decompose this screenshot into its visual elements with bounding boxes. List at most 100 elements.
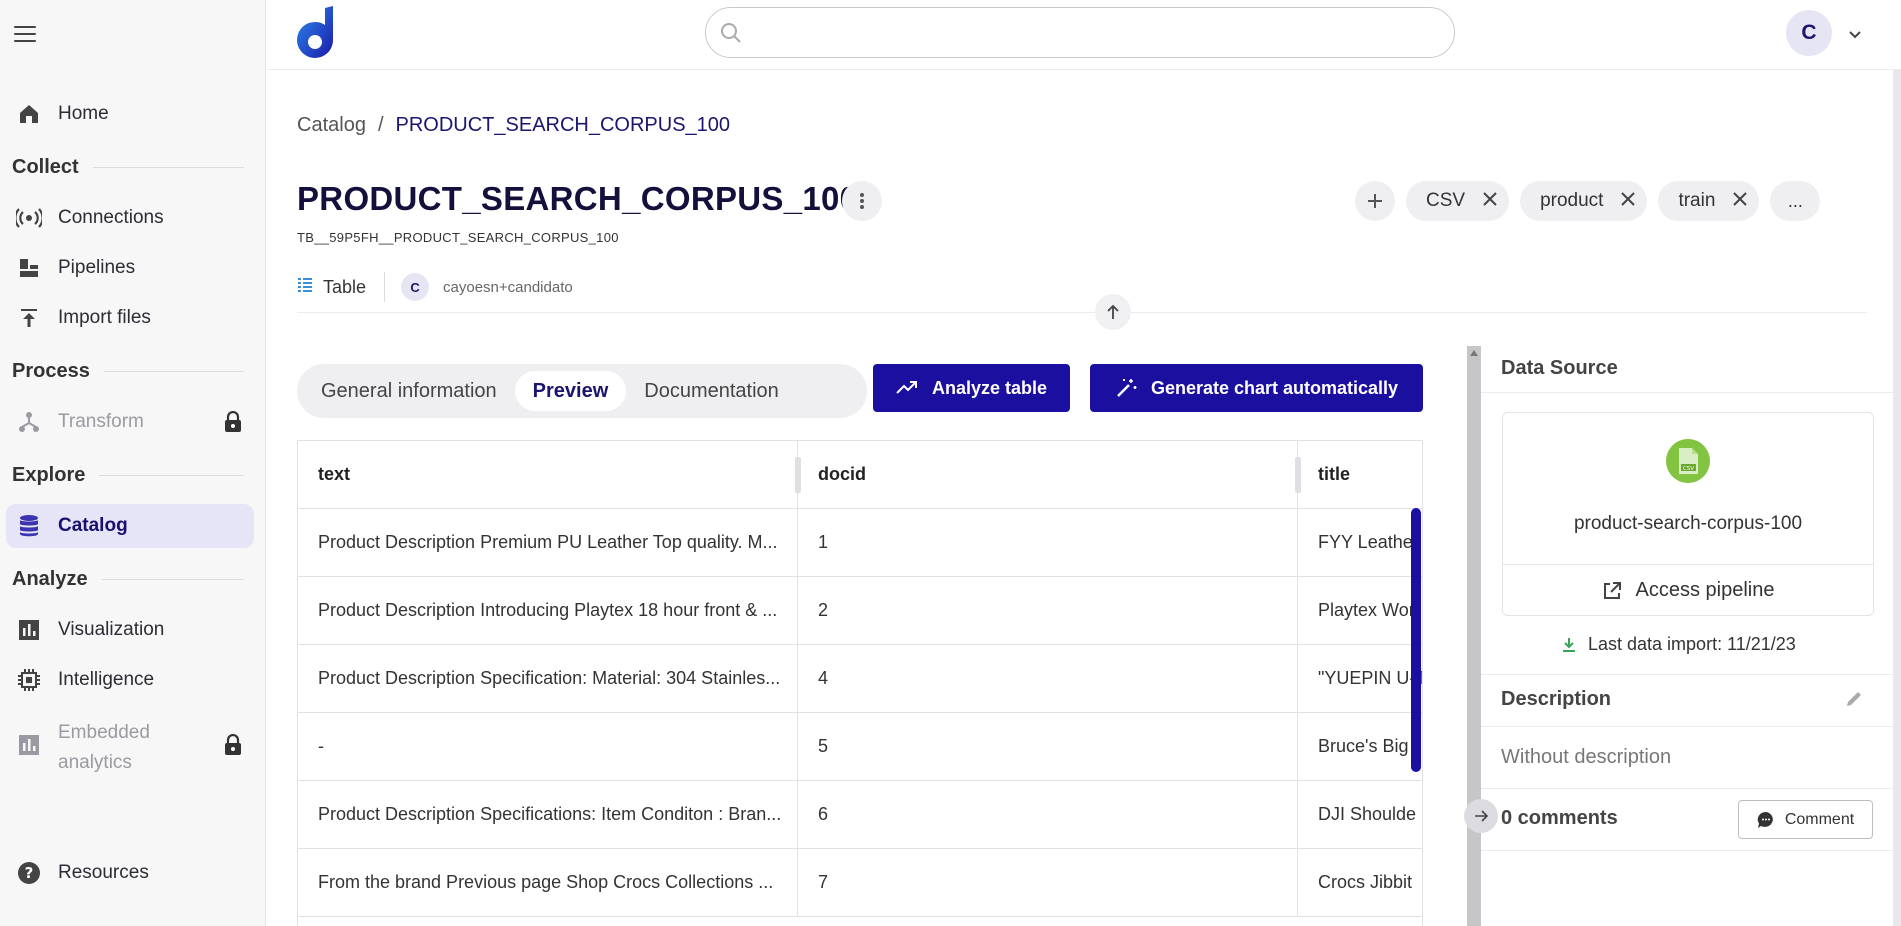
close-icon[interactable] [1483, 190, 1497, 212]
menu-icon[interactable] [14, 26, 36, 44]
page-scrollbar[interactable] [1893, 70, 1901, 926]
search-input[interactable] [705, 7, 1455, 58]
meta-row: Table C cayoesn+candidato [297, 272, 573, 302]
app-logo[interactable] [295, 6, 337, 60]
add-tag-button[interactable] [1355, 181, 1395, 221]
sidebar-item-visualization[interactable]: Visualization [6, 608, 254, 652]
column-resize-handle[interactable] [1295, 457, 1301, 493]
table-scrollbar[interactable] [1411, 508, 1421, 772]
external-link-icon [1603, 581, 1621, 599]
close-icon[interactable] [1621, 190, 1636, 212]
table-row: From the brand Previous page Shop Crocs … [298, 849, 1422, 917]
table-cell: From the brand Previous page Shop Crocs … [298, 849, 798, 916]
data-source-card: CSV product-search-corpus-100 Access pip… [1502, 412, 1874, 616]
expand-panel-button[interactable] [1464, 799, 1498, 833]
sidebar-item-label: Home [58, 103, 109, 124]
sidebar-item-resources[interactable]: ? Resources [6, 851, 254, 895]
more-options-button[interactable] [842, 181, 882, 221]
broadcast-icon [14, 203, 44, 233]
table-header-row: text docid title [298, 441, 1422, 509]
chevron-down-icon[interactable] [1848, 27, 1862, 45]
sidebar-item-label: Catalog [58, 515, 128, 536]
table-cell: Bruce's Big [1318, 736, 1409, 756]
table-cell: DJI Shoulde [1318, 804, 1417, 824]
help-icon: ? [14, 858, 44, 888]
table-cell: "YUEPIN U-T [1318, 668, 1423, 688]
owner-avatar: C [401, 273, 430, 301]
comment-button-label: Comment [1784, 810, 1855, 828]
sidebar-item-import-files[interactable]: Import files [6, 296, 254, 340]
more-tags-button[interactable]: ... [1770, 181, 1821, 221]
table-identifier: TB__59P5FH__PRODUCT_SEARCH_CORPUS_100 [297, 230, 619, 245]
table-cell: Product Description Premium PU Leather T… [298, 509, 798, 576]
user-avatar[interactable]: C [1786, 10, 1832, 56]
access-pipeline-label: Access pipeline [1635, 579, 1775, 601]
panel-scrollbar[interactable] [1467, 346, 1481, 926]
tag-label: product [1540, 190, 1604, 211]
close-icon[interactable] [1733, 190, 1748, 212]
analyze-table-button[interactable]: Analyze table [873, 364, 1070, 412]
collapse-header-button[interactable] [1095, 294, 1131, 330]
sidebar-item-catalog[interactable]: Catalog [6, 504, 254, 548]
divider [297, 312, 1867, 313]
trending-up-icon [896, 381, 917, 394]
table-cell: - [298, 713, 798, 780]
sidebar-item-intelligence[interactable]: Intelligence [6, 658, 254, 702]
tag-chip: CSV [1406, 181, 1510, 221]
tab-general-information[interactable]: General information [303, 371, 515, 411]
access-pipeline-link[interactable]: Access pipeline [1503, 579, 1873, 602]
sidebar-item-label: Transform [58, 411, 144, 432]
table-cell: 2 [798, 577, 1298, 644]
embedded-chart-icon [14, 730, 44, 760]
section-explore: Explore [12, 464, 244, 487]
sidebar-item-pipelines[interactable]: Pipelines [6, 246, 254, 290]
bar-chart-icon [14, 615, 44, 645]
svg-text:?: ? [25, 864, 34, 882]
divider [1481, 788, 1901, 789]
database-icon [14, 511, 44, 541]
breadcrumb-current: PRODUCT_SEARCH_CORPUS_100 [395, 114, 731, 136]
section-process: Process [12, 360, 244, 383]
button-label: Generate chart automatically [1150, 377, 1399, 398]
home-icon [14, 99, 44, 129]
owner-name: cayoesn+candidato [443, 278, 573, 296]
sidebar-item-embedded-analytics[interactable]: Embedded analytics [6, 714, 254, 784]
scroll-up-icon[interactable] [1470, 350, 1478, 356]
topbar: C [267, 0, 1901, 70]
column-header-title[interactable]: title [1298, 441, 1422, 508]
magic-wand-icon [1117, 379, 1137, 397]
edit-pencil-icon[interactable] [1845, 690, 1863, 713]
table-cell: Crocs Jibbit [1318, 872, 1413, 892]
table-row: - 5 Bruce's Big [298, 713, 1422, 781]
table-cell: Playtex Wor [1318, 600, 1415, 620]
download-icon [1563, 637, 1575, 652]
comment-button[interactable]: Comment [1738, 800, 1873, 839]
tab-documentation[interactable]: Documentation [626, 371, 797, 411]
table-cell: 6 [798, 781, 1298, 848]
table-cell: Product Description Introducing Playtex … [298, 577, 798, 644]
breadcrumb-catalog-link[interactable]: Catalog [297, 114, 366, 137]
divider [1481, 392, 1901, 393]
svg-text:CSV: CSV [1683, 466, 1694, 472]
sidebar-item-transform[interactable]: Transform [6, 400, 254, 444]
sidebar-item-label: Intelligence [58, 669, 155, 690]
tag-label: CSV [1426, 190, 1466, 211]
data-source-title: Data Source [1501, 357, 1618, 379]
description-title: Description [1501, 688, 1612, 710]
sidebar-item-connections[interactable]: Connections [6, 196, 254, 240]
plus-icon [1368, 194, 1382, 208]
upload-icon [14, 303, 44, 333]
column-resize-handle[interactable] [795, 457, 801, 493]
asset-type-label: Table [323, 276, 367, 297]
chip-icon [14, 665, 44, 695]
column-header-docid[interactable]: docid [798, 441, 1298, 508]
generate-chart-button[interactable]: Generate chart automatically [1090, 364, 1423, 412]
preview-table: text docid title Product Description Pre… [297, 440, 1423, 926]
sidebar-item-home[interactable]: Home [6, 92, 254, 136]
column-header-text[interactable]: text [298, 441, 798, 508]
table-row: Product Description Introducing Playtex … [298, 577, 1422, 645]
comments-count: 0 comments [1501, 807, 1618, 829]
divider [1481, 674, 1901, 675]
tab-preview[interactable]: Preview [514, 371, 627, 411]
last-import-info: Last data import: 11/21/23 [1562, 634, 1796, 655]
